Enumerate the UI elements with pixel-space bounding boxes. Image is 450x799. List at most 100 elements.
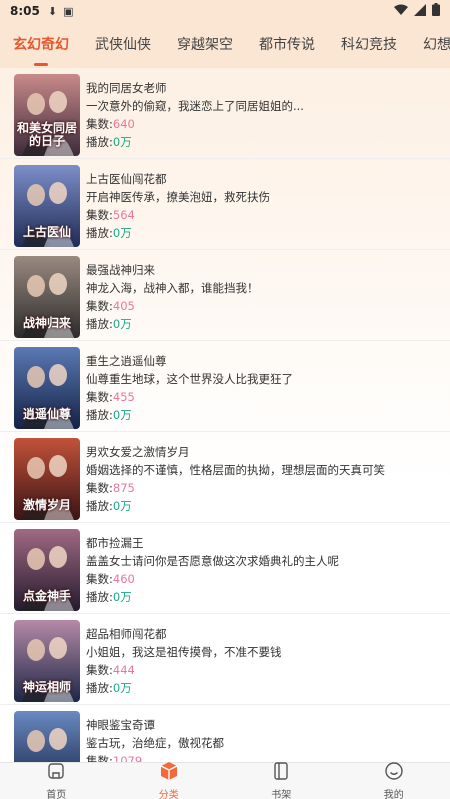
- plays-unit: 万: [120, 135, 132, 149]
- item-info: 都市捡漏王 盖盖女士请问你是否愿意做这次求婚典礼的主人呢 集数:460 播放:0万: [86, 529, 436, 613]
- item-info: 我的同居女老师 一次意外的偷窥，我迷恋上了同居姐姐的... 集数:640 播放:0万: [86, 74, 436, 158]
- episode-count: 集数:405: [86, 297, 436, 315]
- cover-image[interactable]: 激情岁月: [14, 438, 80, 520]
- episodes-value: 460: [112, 572, 135, 586]
- list-item[interactable]: 神眼神眼鉴宝奇谭鉴古玩，治绝症，傲视花都集数:1079播放:0万: [0, 705, 450, 762]
- download-icon: ⬇: [47, 4, 58, 18]
- tab-4[interactable]: 科幻竞技: [328, 22, 410, 68]
- list-item[interactable]: 上古医仙 上古医仙闯花都 开启神医传承，撩美泡妞，救死扶伤 集数:564 播放:0万: [0, 159, 450, 250]
- signal-icon: [414, 3, 426, 19]
- item-info: 最强战神归来神龙入海，战神入都，谁能挡我！ 集数:405 播放:0万: [86, 256, 436, 340]
- episodes-value: 640: [112, 117, 135, 131]
- nav-item-2[interactable]: 书架: [225, 761, 338, 799]
- cover-title-text: 和美女同居的日子: [16, 121, 77, 148]
- list-item[interactable]: 激情岁月 男欢女爱之激情岁月婚姻选择的不谨慎，性格层面的执拗，理想层面的天真可笑集…: [0, 432, 450, 523]
- plays-label: 播放:: [86, 590, 113, 604]
- cover-title-text: 战神归来: [22, 316, 71, 330]
- item-title[interactable]: 最强战神归来: [86, 261, 436, 279]
- list-item[interactable]: 战神归来 最强战神归来神龙入海，战神入都，谁能挡我！ 集数:405 播放:0万: [0, 250, 450, 341]
- item-title[interactable]: 超品相师闯花都: [86, 625, 436, 643]
- category-cube-icon: [159, 761, 179, 785]
- nav-item-3[interactable]: 我的: [338, 761, 450, 799]
- cover-title-text: 激情岁月: [22, 498, 71, 512]
- tab-2[interactable]: 穿越架空: [164, 22, 246, 68]
- nav-item-0[interactable]: 首页: [0, 763, 113, 799]
- plays-label: 播放:: [86, 681, 113, 695]
- episode-count: 集数:640: [86, 115, 436, 133]
- item-description: 小姐姐，我这是祖传摸骨，不准不要钱: [86, 645, 282, 659]
- play-count: 播放:0万: [86, 679, 436, 697]
- episodes-label: 集数:: [86, 390, 113, 404]
- episode-count: 集数:444: [86, 661, 436, 679]
- nav-item-1[interactable]: 分类: [113, 761, 226, 799]
- cover-title-text: 点金神手: [22, 589, 71, 603]
- list-item[interactable]: 点金神手 都市捡漏王 盖盖女士请问你是否愿意做这次求婚典礼的主人呢 集数:460 播放:…: [0, 523, 450, 614]
- episodes-value: 564: [112, 208, 135, 222]
- cover-image[interactable]: 战神归来: [14, 256, 80, 338]
- item-title[interactable]: 都市捡漏王: [86, 534, 436, 552]
- item-info: 男欢女爱之激情岁月婚姻选择的不谨慎，性格层面的执拗，理想层面的天真可笑集数:87…: [86, 438, 436, 522]
- category-tabs: 玄幻奇幻武侠仙侠穿越架空都市传说科幻竞技幻想言情: [0, 22, 450, 68]
- episode-count: 集数:455: [86, 388, 436, 406]
- item-info: 上古医仙闯花都 开启神医传承，撩美泡妞，救死扶伤 集数:564 播放:0万: [86, 165, 436, 249]
- tab-1[interactable]: 武侠仙侠: [82, 22, 164, 68]
- bottom-nav: 首页 分类 书架 我的: [0, 762, 450, 799]
- cover-title-text: 神运相师: [22, 680, 71, 694]
- episode-count: 集数:875: [86, 479, 436, 497]
- play-count: 播放:0万: [86, 497, 436, 515]
- cover-image[interactable]: 点金神手: [14, 529, 80, 611]
- status-time: 8:05: [10, 4, 40, 18]
- tab-5[interactable]: 幻想言情: [410, 22, 450, 68]
- episodes-value: 1079: [112, 754, 143, 762]
- play-count: 播放:0万: [86, 315, 436, 333]
- cover-image[interactable]: 逍遥仙尊: [14, 347, 80, 429]
- nav-label: 我的: [383, 790, 404, 799]
- list-item[interactable]: 逍遥仙尊 重生之逍遥仙尊 仙尊重生地球，这个世界没人比我更狂了 集数:455 播放:0万: [0, 341, 450, 432]
- item-info: 超品相师闯花都 小姐姐，我这是祖传摸骨，不准不要钱 集数:444 播放:0万: [86, 620, 436, 704]
- drama-list: 和美女同居的日子 我的同居女老师 一次意外的偷窥，我迷恋上了同居姐姐的... 集数:6…: [0, 68, 450, 762]
- bookshelf-icon: [271, 761, 291, 785]
- cover-image[interactable]: 神运相师: [14, 620, 80, 702]
- plays-unit: 万: [120, 590, 132, 604]
- plays-label: 播放:: [86, 499, 113, 513]
- profile-smile-icon: [384, 761, 404, 785]
- episodes-label: 集数:: [86, 572, 113, 586]
- episodes-label: 集数:: [86, 754, 113, 762]
- item-description: 婚姻选择的不谨慎，性格层面的执拗，理想层面的天真可笑: [86, 463, 385, 477]
- episodes-value: 405: [112, 299, 135, 313]
- item-title[interactable]: 重生之逍遥仙尊: [86, 352, 436, 370]
- item-title[interactable]: 神眼鉴宝奇谭: [86, 716, 436, 734]
- item-title[interactable]: 我的同居女老师: [86, 79, 436, 97]
- item-title[interactable]: 上古医仙闯花都: [86, 170, 436, 188]
- list-item[interactable]: 和美女同居的日子 我的同居女老师一次意外的偷窥，我迷恋上了同居姐姐的... 集数:6…: [0, 68, 450, 159]
- text-a-icon: ▣: [63, 4, 74, 18]
- plays-label: 播放:: [86, 135, 113, 149]
- status-bar: 8:05 ⬇ ▣: [0, 0, 450, 22]
- episodes-label: 集数:: [86, 208, 113, 222]
- episodes-value: 875: [112, 481, 135, 495]
- item-title[interactable]: 男欢女爱之激情岁月: [86, 443, 436, 461]
- episode-count: 集数:460: [86, 570, 436, 588]
- item-info: 神眼鉴宝奇谭鉴古玩，治绝症，傲视花都集数:1079播放:0万: [86, 711, 436, 762]
- plays-label: 播放:: [86, 226, 113, 240]
- plays-unit: 万: [120, 499, 132, 513]
- item-info: 重生之逍遥仙尊 仙尊重生地球，这个世界没人比我更狂了 集数:455 播放:0万: [86, 347, 436, 431]
- cover-image[interactable]: 神眼: [14, 711, 80, 762]
- item-description: 盖盖女士请问你是否愿意做这次求婚典礼的主人呢: [86, 554, 339, 568]
- episodes-value: 444: [112, 663, 135, 677]
- cover-image[interactable]: 上古医仙: [14, 165, 80, 247]
- tab-0[interactable]: 玄幻奇幻: [0, 22, 82, 68]
- cover-image[interactable]: 和美女同居的日子: [14, 74, 80, 156]
- episodes-label: 集数:: [86, 663, 113, 677]
- item-description: 开启神医传承，撩美泡妞，救死扶伤: [86, 190, 270, 204]
- plays-label: 播放:: [86, 317, 113, 331]
- plays-unit: 万: [120, 226, 132, 240]
- tab-3[interactable]: 都市传说: [246, 22, 328, 68]
- item-description: 一次意外的偷窥，我迷恋上了同居姐姐的...: [86, 99, 304, 113]
- item-description: 神龙入海，战神入都，谁能挡我！: [86, 281, 259, 295]
- plays-label: 播放:: [86, 408, 113, 422]
- episode-count: 集数:564: [86, 206, 436, 224]
- list-item[interactable]: 神运相师 超品相师闯花都 小姐姐，我这是祖传摸骨，不准不要钱 集数:444 播放:0万: [0, 614, 450, 705]
- play-count: 播放:0万: [86, 224, 436, 242]
- cover-title-text: 逍遥仙尊: [22, 407, 71, 421]
